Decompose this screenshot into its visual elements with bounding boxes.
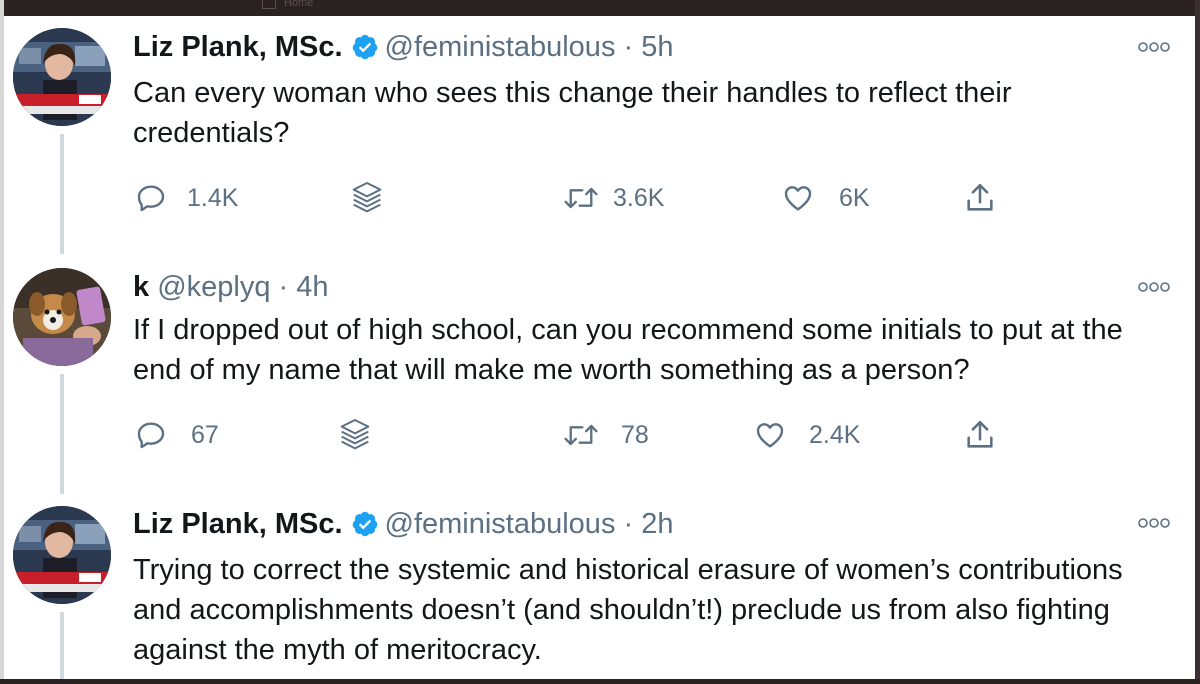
more-options-icon[interactable] bbox=[1137, 280, 1171, 294]
reply-button[interactable]: 67 bbox=[135, 415, 219, 455]
left-edge bbox=[0, 0, 4, 684]
reply-count: 1.4K bbox=[187, 183, 239, 212]
more-options-icon[interactable] bbox=[1137, 516, 1171, 530]
tweet-actions: 67 78 2.4K bbox=[133, 415, 1033, 455]
tweet-actions: 1.4K 3.6K 6K bbox=[133, 178, 1033, 218]
bottom-bar bbox=[0, 679, 1200, 684]
top-bar: Home bbox=[0, 0, 1200, 16]
retweet-count: 78 bbox=[621, 420, 649, 449]
user-handle[interactable]: @feministabulous bbox=[385, 31, 616, 63]
thread-line bbox=[60, 612, 64, 680]
share-icon bbox=[967, 420, 993, 448]
reply-button[interactable]: 1.4K bbox=[135, 178, 238, 218]
layers-button[interactable] bbox=[335, 415, 375, 455]
display-name[interactable]: Liz Plank, MSc. bbox=[133, 31, 343, 63]
separator-dot: · bbox=[623, 31, 634, 63]
separator-dot: · bbox=[623, 508, 634, 540]
avatar[interactable] bbox=[13, 268, 111, 366]
reply-icon bbox=[137, 185, 165, 212]
user-handle[interactable]: @keplyq bbox=[157, 271, 270, 303]
heart-icon bbox=[784, 186, 812, 211]
avatar[interactable] bbox=[13, 28, 111, 126]
heart-icon bbox=[756, 423, 784, 448]
tweet-header: Liz Plank, MSc. @feministabulous · 5h bbox=[133, 30, 674, 64]
user-handle[interactable]: @feministabulous bbox=[385, 508, 616, 540]
retweet-button[interactable]: 78 bbox=[563, 415, 649, 455]
share-button[interactable] bbox=[963, 415, 997, 455]
reply-count: 67 bbox=[191, 420, 219, 449]
layers-button[interactable] bbox=[347, 178, 387, 218]
more-options-icon[interactable] bbox=[1137, 40, 1171, 54]
like-button[interactable]: 2.4K bbox=[753, 415, 860, 455]
display-name[interactable]: Liz Plank, MSc. bbox=[133, 508, 343, 540]
retweet-icon bbox=[564, 187, 598, 209]
verified-badge-icon bbox=[352, 511, 377, 537]
right-edge bbox=[1195, 0, 1200, 684]
separator-dot: · bbox=[278, 271, 289, 303]
like-count: 6K bbox=[839, 183, 870, 212]
timestamp[interactable]: 4h bbox=[296, 271, 328, 303]
layers-icon bbox=[352, 182, 382, 213]
tweet-header: k @keplyq · 4h bbox=[133, 270, 329, 304]
like-button[interactable]: 6K bbox=[781, 178, 870, 218]
tweet-text: Can every woman who sees this change the… bbox=[133, 77, 1012, 149]
retweet-count: 3.6K bbox=[613, 183, 665, 212]
home-label: Home bbox=[284, 0, 314, 9]
reply-icon bbox=[137, 422, 165, 449]
timestamp[interactable]: 5h bbox=[641, 31, 673, 63]
retweet-icon bbox=[564, 424, 598, 446]
like-count: 2.4K bbox=[809, 420, 861, 449]
home-tab[interactable]: Home bbox=[262, 0, 314, 10]
avatar[interactable] bbox=[13, 506, 111, 604]
share-icon bbox=[967, 183, 993, 211]
tweet-text: Trying to correct the systemic and histo… bbox=[133, 554, 1123, 666]
thread-line bbox=[60, 374, 64, 494]
tweet-header: Liz Plank, MSc. @feministabulous · 2h bbox=[133, 507, 674, 541]
home-icon bbox=[262, 0, 276, 10]
layers-icon bbox=[340, 419, 370, 450]
tweet-text: If I dropped out of high school, can you… bbox=[133, 314, 1123, 386]
share-button[interactable] bbox=[963, 178, 997, 218]
thread-line bbox=[60, 134, 64, 254]
display-name[interactable]: k bbox=[133, 271, 149, 303]
timestamp[interactable]: 2h bbox=[641, 508, 673, 540]
retweet-button[interactable]: 3.6K bbox=[563, 178, 664, 218]
verified-badge-icon bbox=[352, 34, 377, 60]
